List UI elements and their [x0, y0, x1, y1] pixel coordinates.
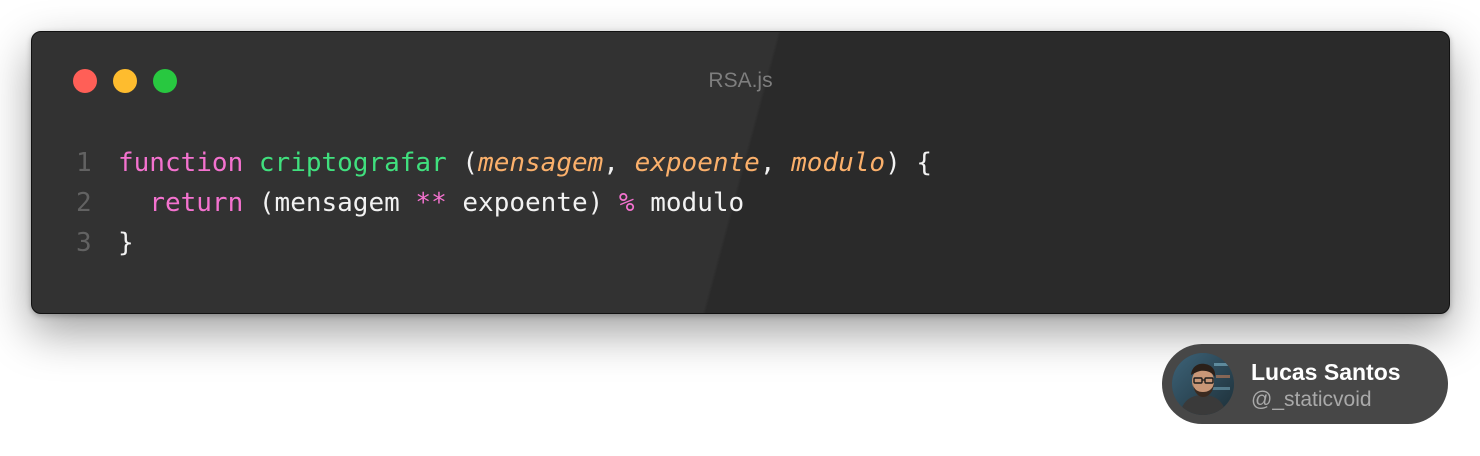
code-line: 3}	[76, 223, 932, 263]
code-line: 1 function criptografar (mensagem, expoen…	[76, 143, 932, 183]
code-token-param: modulo	[791, 148, 886, 178]
code-token-plain: (mensagem	[243, 188, 416, 218]
line-number: 1	[76, 148, 92, 178]
author-name: Lucas Santos	[1251, 359, 1401, 385]
code-token-param: mensagem	[478, 148, 604, 178]
title-bar: RSA.js	[32, 32, 1449, 128]
code-token-plain: ,	[759, 148, 792, 178]
code-token-param: expoente	[634, 148, 760, 178]
code-token-plain: }	[118, 228, 134, 258]
code-token-plain: modulo	[634, 188, 745, 218]
avatar-image	[1172, 353, 1234, 415]
code-token-plain: (	[446, 148, 479, 178]
line-number: 3	[76, 228, 92, 258]
code-editor: 1 function criptografar (mensagem, expoen…	[76, 143, 932, 263]
code-token-keyword: return	[149, 188, 244, 218]
code-token-function: criptografar	[258, 148, 447, 178]
code-window: RSA.js 1 function criptografar (mensagem,…	[31, 31, 1450, 314]
avatar	[1172, 353, 1234, 415]
author-badge: Lucas Santos @_staticvoid	[1162, 344, 1448, 424]
code-token-plain: ) {	[885, 148, 933, 178]
code-line: 2 return (mensagem ** expoente) % modulo	[76, 183, 932, 223]
code-token-operator: **	[415, 188, 447, 218]
author-handle: @_staticvoid	[1251, 388, 1372, 411]
code-token-plain: ,	[603, 148, 635, 178]
code-token-plain: expoente)	[446, 188, 619, 218]
code-token-keyword: function	[118, 148, 244, 178]
code-token-operator: %	[618, 188, 635, 218]
line-number: 2	[76, 188, 92, 218]
window-title: RSA.js	[708, 69, 773, 92]
